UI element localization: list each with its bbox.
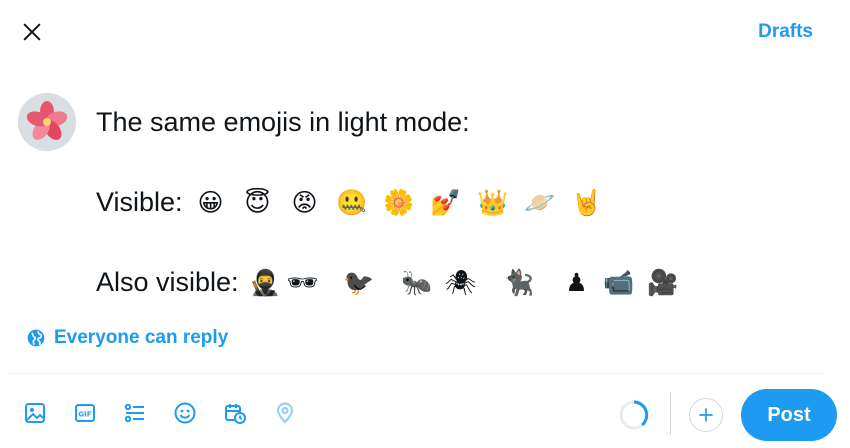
- poll-icon: [124, 403, 144, 423]
- poll-button[interactable]: [120, 398, 150, 428]
- video-camera-icon: 📹: [602, 267, 635, 297]
- location-icon: [276, 402, 294, 424]
- gif-icon: GIF: [75, 404, 95, 422]
- crown-icon: 👑: [476, 187, 509, 217]
- grinning-face-icon: 😀: [197, 187, 224, 217]
- zipper-mouth-face-icon: 🤐: [335, 187, 368, 217]
- visible-emojis: 😀 😇 😡 🤐 🌼 💅 👑 🪐 🤘: [195, 186, 618, 218]
- composer-line: The same emojis in light mode:: [96, 107, 470, 137]
- character-count-progress: [619, 400, 649, 430]
- globe-icon: [27, 329, 45, 347]
- reply-setting-label: Everyone can reply: [54, 327, 229, 348]
- image-icon: [25, 403, 45, 423]
- movie-camera-icon: 🎥: [646, 267, 679, 297]
- reply-setting-button[interactable]: Everyone can reply: [26, 327, 228, 349]
- ninja-icon: 🥷: [248, 267, 281, 297]
- black-cat-icon: 🐈‍⬛: [502, 267, 535, 297]
- also-visible-emojis: 🥷 🕶 🐦‍⬛ 🐜 🕷 🐈‍⬛ ♟ 📹 🎥: [249, 266, 679, 298]
- post-button[interactable]: Post: [741, 389, 837, 441]
- sunglasses-icon: 🕶: [286, 267, 319, 297]
- divider: [8, 373, 824, 374]
- visible-row: Visible: 😀 😇 😡 🤐 🌼 💅 👑 🪐 🤘: [96, 182, 679, 222]
- composer-toolbar: GIF: [20, 398, 320, 428]
- ant-icon: 🐜: [400, 267, 433, 297]
- avatar[interactable]: [18, 93, 76, 151]
- plus-icon: [699, 408, 713, 422]
- close-button[interactable]: [14, 14, 50, 50]
- blossom-icon: 🌼: [382, 187, 415, 217]
- add-post-button[interactable]: [689, 398, 723, 432]
- location-button[interactable]: [270, 398, 300, 428]
- black-bird-icon: 🐦‍⬛: [342, 267, 375, 297]
- close-icon: [23, 23, 41, 41]
- toolbar-separator: [670, 393, 671, 435]
- gif-button[interactable]: GIF: [70, 398, 100, 428]
- also-visible-label: Also visible:: [96, 267, 239, 297]
- visible-label: Visible:: [96, 187, 183, 217]
- emoji-button[interactable]: [170, 398, 200, 428]
- flower-avatar-icon: [18, 93, 76, 151]
- schedule-icon: [225, 404, 246, 424]
- schedule-button[interactable]: [220, 398, 250, 428]
- angry-face-icon: 😡: [291, 187, 318, 217]
- rock-hand-icon: 🤘: [570, 187, 603, 217]
- drafts-button[interactable]: Drafts: [758, 21, 813, 43]
- spider-icon: 🕷: [444, 267, 477, 297]
- emoji-icon: [174, 402, 196, 424]
- halo-face-icon: 😇: [244, 187, 271, 217]
- ringed-planet-icon: 🪐: [523, 187, 556, 217]
- nail-polish-icon: 💅: [429, 187, 462, 217]
- media-button[interactable]: [20, 398, 50, 428]
- svg-text:GIF: GIF: [78, 411, 91, 419]
- also-visible-row: Also visible: 🥷 🕶 🐦‍⬛ 🐜 🕷 🐈‍⬛ ♟ 📹 🎥: [96, 262, 679, 302]
- chess-pawn-icon: ♟: [565, 267, 588, 297]
- tweet-composer[interactable]: The same emojis in light mode: Visible: …: [96, 102, 679, 302]
